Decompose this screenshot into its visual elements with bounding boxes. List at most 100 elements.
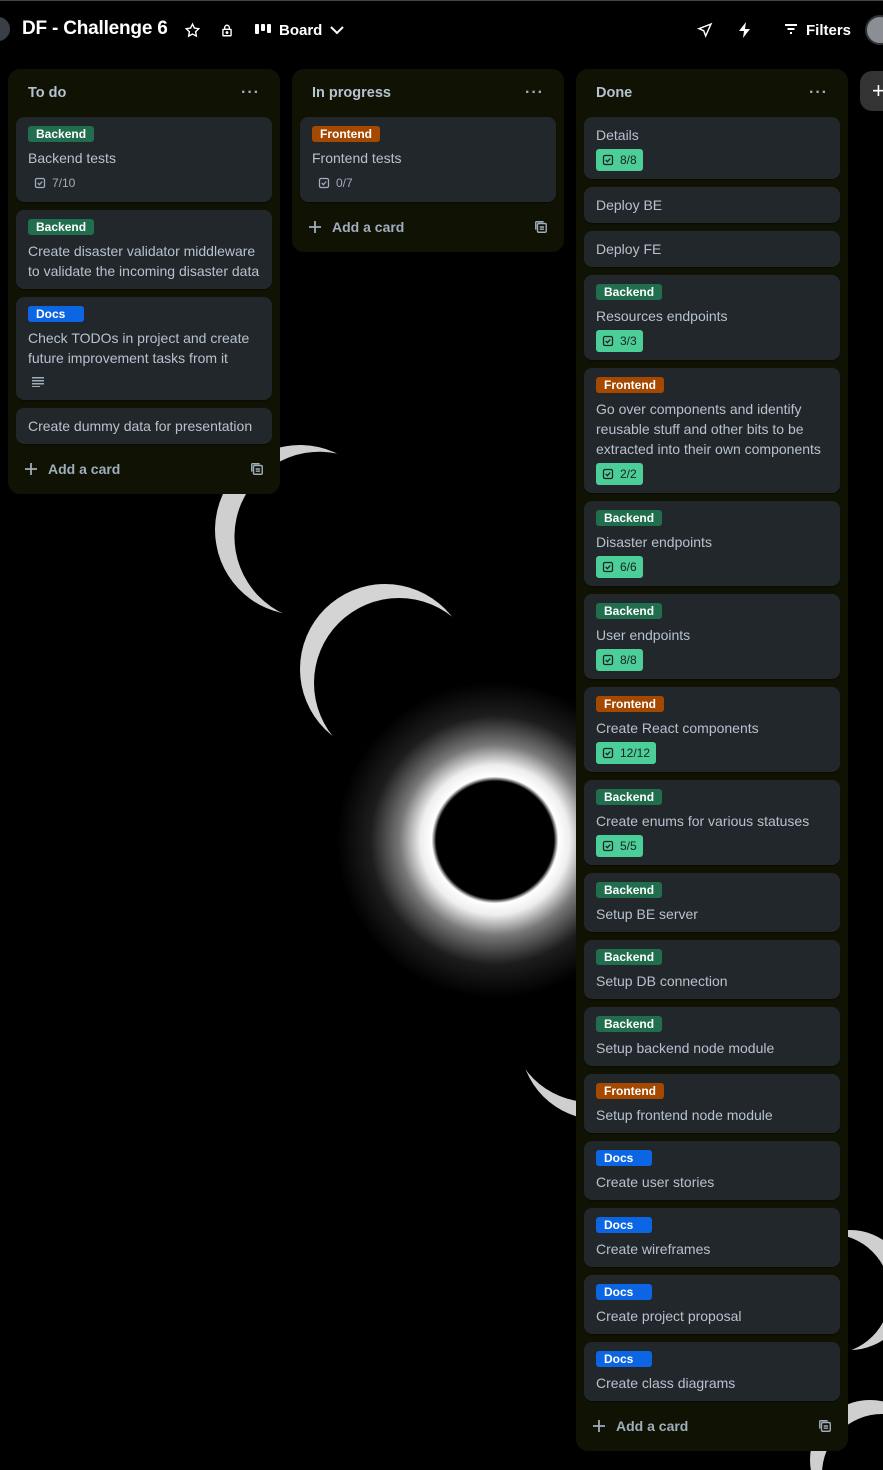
- filters-button[interactable]: Filters: [784, 17, 851, 43]
- label-backend[interactable]: Backend: [596, 510, 663, 526]
- card[interactable]: Backend Setup BE server: [584, 873, 840, 932]
- list-title[interactable]: To do: [28, 85, 66, 101]
- list-header[interactable]: To do ···: [16, 69, 272, 117]
- label-backend[interactable]: Backend: [596, 789, 663, 805]
- checklist-badge: 2/2: [596, 463, 643, 485]
- card[interactable]: Frontend Setup frontend node module: [584, 1074, 840, 1133]
- share-button[interactable]: [694, 17, 716, 43]
- more-icon[interactable]: ···: [241, 84, 260, 102]
- card-title: Create dummy data for presentation: [28, 418, 253, 434]
- card-title: Setup BE server: [596, 906, 698, 922]
- label-frontend[interactable]: Frontend: [312, 126, 380, 142]
- list-header[interactable]: In progress ···: [300, 69, 556, 117]
- card[interactable]: Details 8/8: [584, 117, 840, 179]
- add-card-button[interactable]: Add a card: [300, 210, 556, 244]
- card[interactable]: Frontend Go over components and identify …: [584, 368, 840, 493]
- card[interactable]: Deploy FE: [584, 231, 840, 267]
- card-badges: 8/8: [596, 649, 828, 671]
- card-title: Setup frontend node module: [596, 1107, 773, 1123]
- card[interactable]: Create dummy data for presentation: [16, 408, 272, 444]
- board-icon: [255, 22, 271, 39]
- template-icon[interactable]: [534, 220, 548, 234]
- add-card-label: Add a card: [48, 461, 121, 477]
- card-title: Deploy FE: [596, 241, 662, 257]
- card[interactable]: Docs Create project proposal: [584, 1275, 840, 1334]
- send-icon: [697, 22, 713, 38]
- card[interactable]: Backend Backend tests 7/10: [16, 117, 272, 202]
- filters-label: Filters: [806, 21, 852, 39]
- card-badges: 12/12: [596, 742, 828, 764]
- more-icon[interactable]: ···: [525, 84, 544, 102]
- card[interactable]: Docs Create class diagrams: [584, 1342, 840, 1401]
- label-backend[interactable]: Backend: [28, 219, 95, 235]
- card[interactable]: Docs Check TODOs in project and create fu…: [16, 297, 272, 400]
- card-title: Disaster endpoints: [596, 534, 712, 550]
- checklist-badge: 3/3: [596, 330, 643, 352]
- label-backend[interactable]: Backend: [596, 603, 663, 619]
- checklist-count: 0/7: [336, 176, 353, 190]
- label-frontend[interactable]: Frontend: [596, 1083, 664, 1099]
- label-docs[interactable]: Docs: [596, 1284, 652, 1300]
- workspace-avatar[interactable]: [0, 17, 10, 41]
- list-title[interactable]: In progress: [312, 85, 391, 101]
- star-button[interactable]: [180, 17, 204, 43]
- card[interactable]: Docs Create wireframes: [584, 1208, 840, 1267]
- label-backend[interactable]: Backend: [596, 1016, 663, 1032]
- more-icon[interactable]: ···: [809, 84, 828, 102]
- label-backend[interactable]: Backend: [596, 882, 663, 898]
- board-header: DF - Challenge 6 Board Filters: [0, 0, 883, 58]
- card-title: Setup DB connection: [596, 973, 728, 989]
- card-title: Details: [596, 127, 639, 143]
- card[interactable]: Deploy BE: [584, 187, 840, 223]
- card[interactable]: Backend Create disaster validator middlew…: [16, 210, 272, 289]
- description-icon: [28, 372, 48, 392]
- card-title: Create project proposal: [596, 1308, 742, 1324]
- add-card-label: Add a card: [332, 219, 405, 235]
- add-card-label: Add a card: [616, 1418, 689, 1434]
- card[interactable]: Docs Create user stories: [584, 1141, 840, 1200]
- visibility-button[interactable]: [217, 17, 237, 43]
- board-title[interactable]: DF - Challenge 6: [22, 18, 168, 40]
- card[interactable]: Backend User endpoints 8/8: [584, 594, 840, 679]
- card[interactable]: Frontend Frontend tests 0/7: [300, 117, 556, 202]
- add-card-button[interactable]: Add a card: [584, 1409, 840, 1443]
- label-backend[interactable]: Backend: [28, 126, 95, 142]
- label-docs[interactable]: Docs: [596, 1217, 652, 1233]
- card[interactable]: Backend Resources endpoints 3/3: [584, 275, 840, 360]
- list-header[interactable]: Done ···: [584, 69, 840, 117]
- checklist-count: 3/3: [620, 334, 637, 348]
- template-icon[interactable]: [818, 1419, 832, 1433]
- card[interactable]: Backend Disaster endpoints 6/6: [584, 501, 840, 586]
- plus-icon: [308, 220, 322, 234]
- card[interactable]: Backend Create enums for various statuses…: [584, 780, 840, 865]
- card-title: User endpoints: [596, 627, 691, 643]
- label-frontend[interactable]: Frontend: [596, 696, 664, 712]
- label-docs[interactable]: Docs: [28, 306, 84, 322]
- power-ups-button[interactable]: [735, 17, 755, 43]
- template-icon[interactable]: [250, 462, 264, 476]
- label-backend[interactable]: Backend: [596, 284, 663, 300]
- label-frontend[interactable]: Frontend: [596, 377, 664, 393]
- board-view-label: Board: [279, 21, 323, 39]
- label-docs[interactable]: Docs: [596, 1351, 652, 1367]
- card-title: Create class diagrams: [596, 1375, 736, 1391]
- card-title: Create React components: [596, 720, 759, 736]
- star-icon: [184, 21, 201, 39]
- checklist-icon: [318, 177, 330, 189]
- checklist-badge: 8/8: [596, 149, 643, 171]
- card-title: Check TODOs in project and create future…: [28, 330, 250, 366]
- label-docs[interactable]: Docs: [596, 1150, 652, 1166]
- plus-icon: +: [872, 78, 883, 103]
- checklist-count: 6/6: [620, 560, 637, 574]
- board-view-switcher[interactable]: Board: [255, 17, 345, 43]
- card[interactable]: Backend Setup DB connection: [584, 940, 840, 999]
- label-backend[interactable]: Backend: [596, 949, 663, 965]
- card[interactable]: Frontend Create React components 12/12: [584, 687, 840, 772]
- add-list-button[interactable]: +: [860, 71, 883, 111]
- card[interactable]: Backend Setup backend node module: [584, 1007, 840, 1066]
- list-title[interactable]: Done: [596, 85, 632, 101]
- member-avatar[interactable]: [865, 15, 883, 45]
- add-card-button[interactable]: Add a card: [16, 452, 272, 486]
- card-title: Resources endpoints: [596, 308, 728, 324]
- card-title: Backend tests: [28, 150, 116, 166]
